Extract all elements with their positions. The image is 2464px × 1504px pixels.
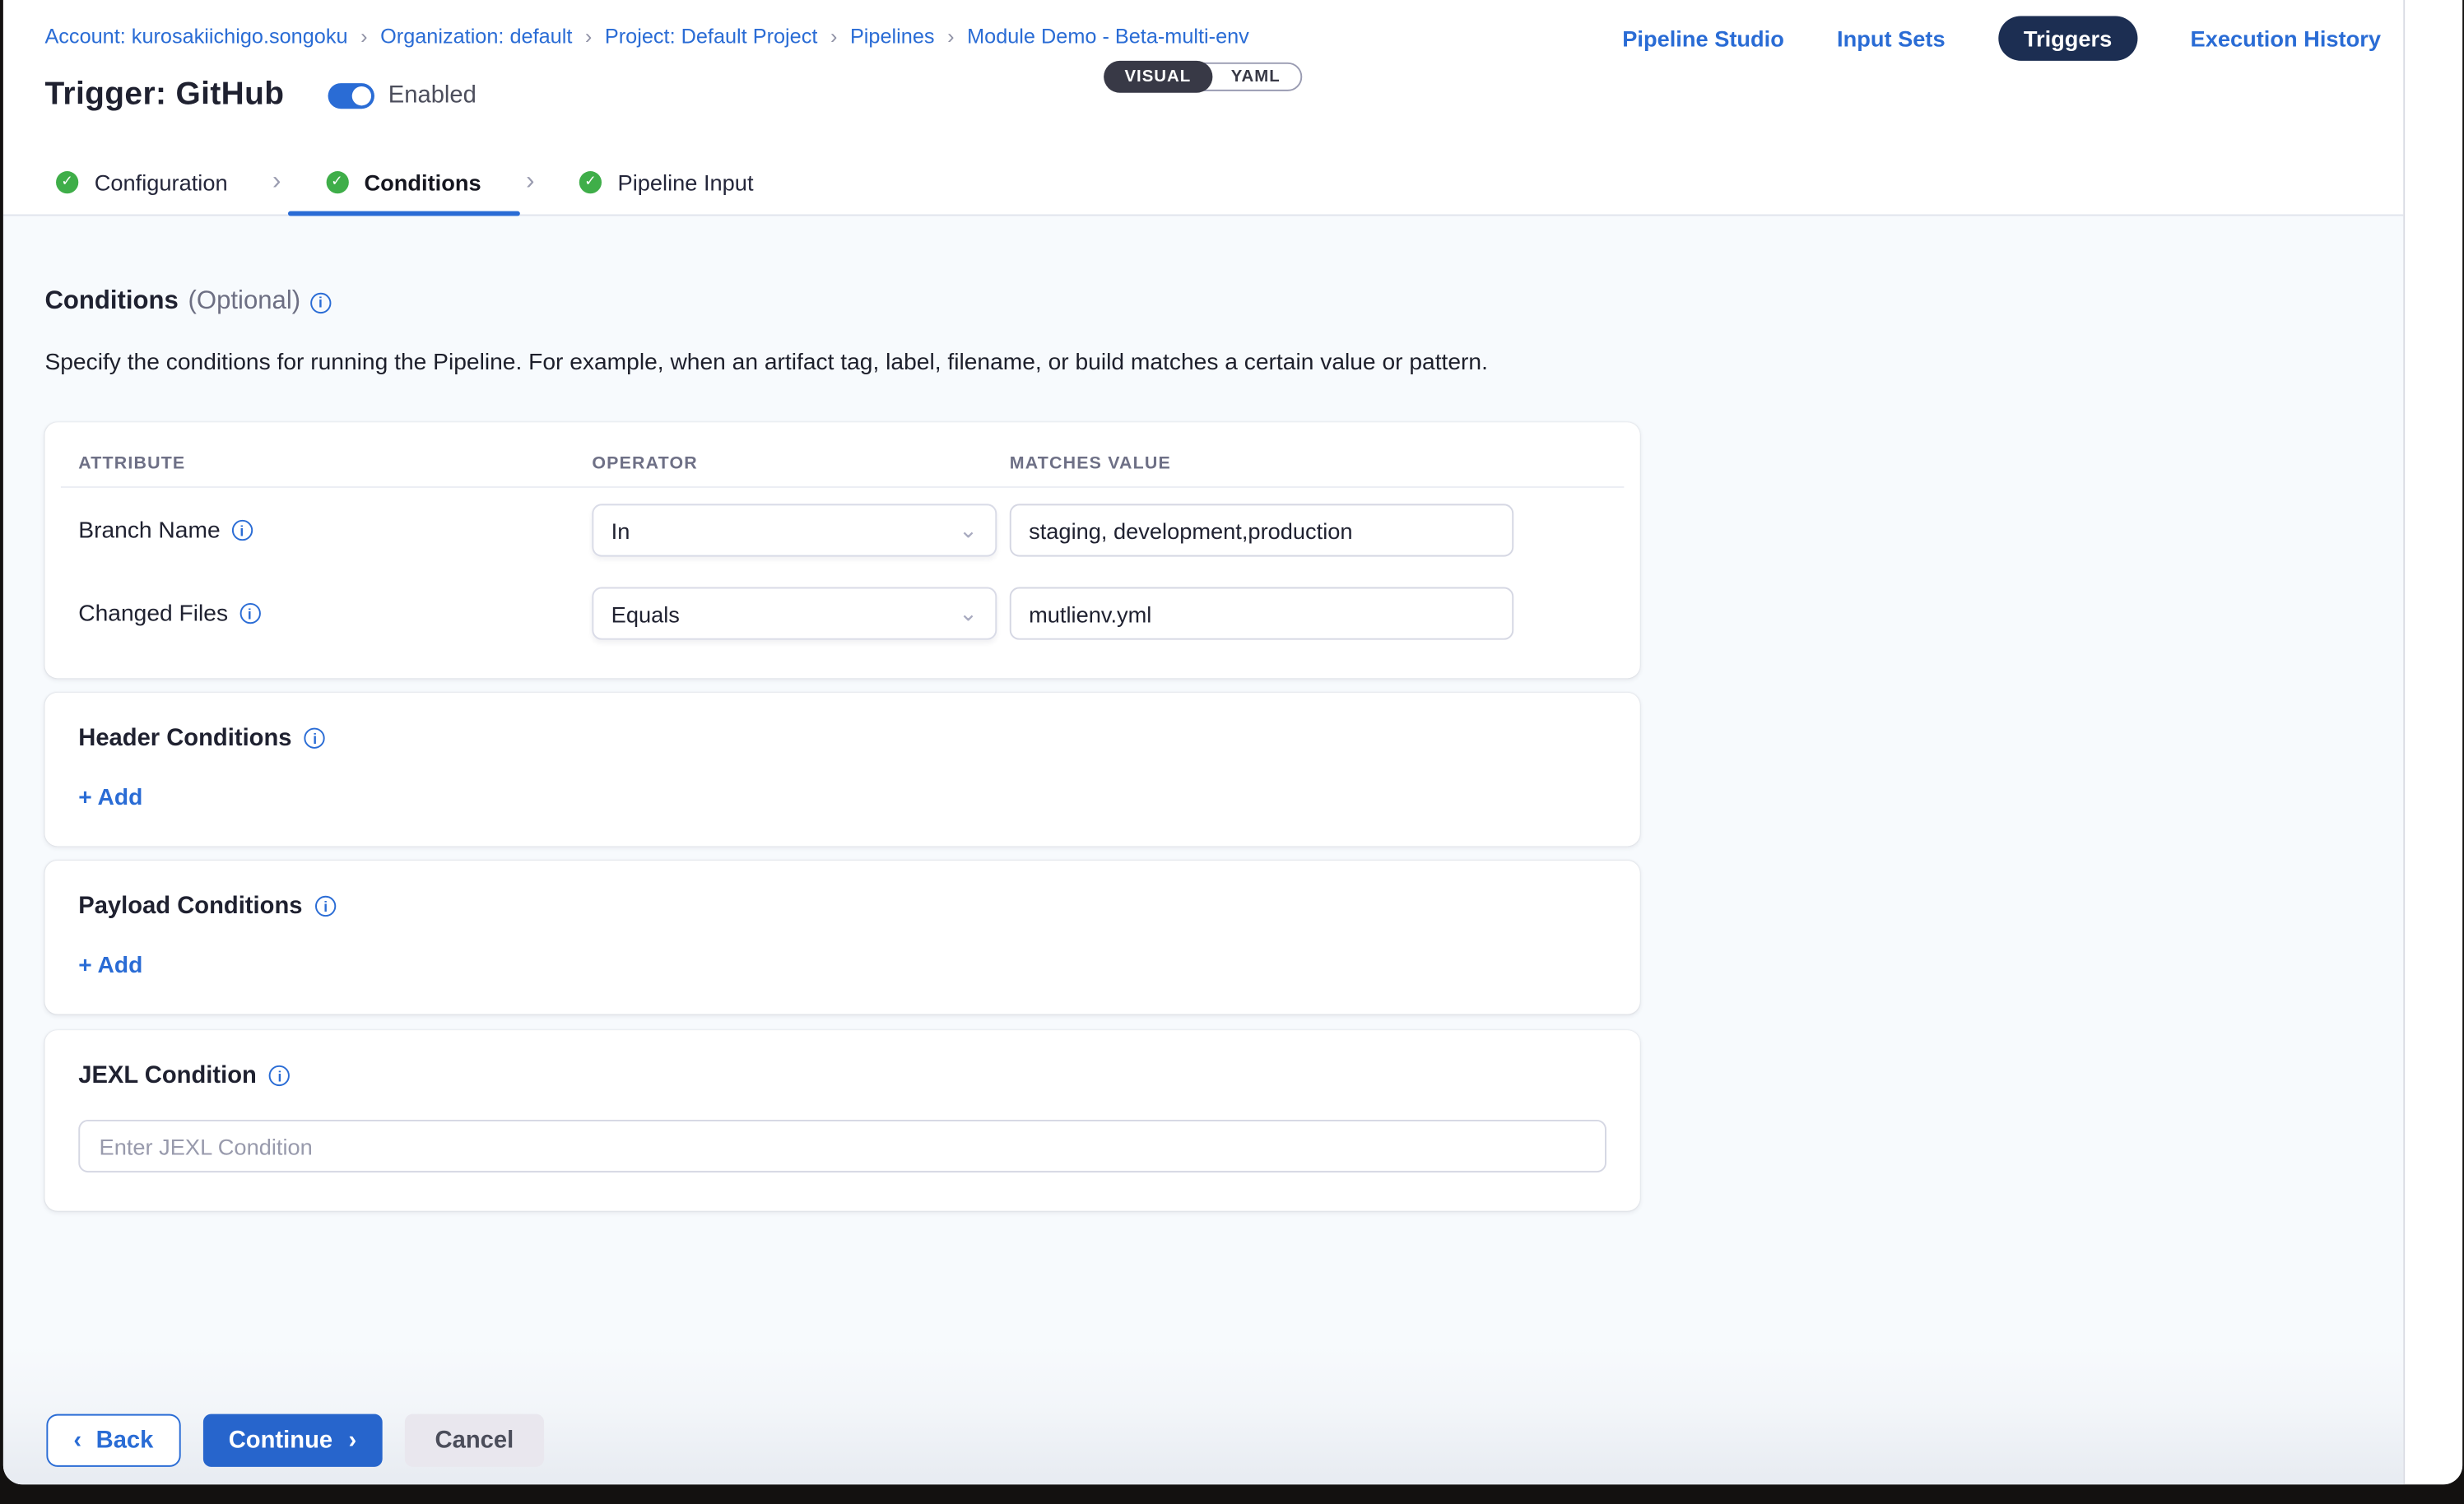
nav-input-sets[interactable]: Input Sets [1837,26,1946,51]
nav-triggers[interactable]: Triggers [1998,16,2138,60]
payload-conditions-add-button[interactable]: + Add [78,954,142,979]
chevron-right-icon: › [519,167,541,196]
chevron-down-icon: ⌄ [959,517,978,544]
main-panel: Account: kurosakiichigo.songoku › Organi… [3,0,2403,1484]
breadcrumb-project[interactable]: Project: Default Project [605,24,817,48]
breadcrumb-separator-icon: › [585,24,592,48]
tab-pipeline-input[interactable]: ✓ Pipeline Input [541,149,792,215]
check-circle-icon: ✓ [56,170,78,193]
breadcrumb-pipelines[interactable]: Pipelines [850,24,935,48]
header-conditions-title: Header Conditions [78,725,291,752]
visual-yaml-toggle: VISUAL YAML [1104,63,1303,91]
back-button-label: Back [96,1427,154,1454]
check-circle-icon: ✓ [326,170,348,193]
info-icon[interactable]: i [231,520,252,541]
chevron-right-icon: › [349,1427,357,1454]
col-attribute: ATTRIBUTE [78,454,592,473]
visual-tab[interactable]: VISUAL [1104,61,1211,93]
title-row: Trigger: GitHub Enabled [44,77,476,114]
breadcrumb-organization[interactable]: Organization: default [380,24,572,48]
yaml-tab[interactable]: YAML [1211,63,1301,91]
section-heading: Conditions (Optional) i [44,288,2403,317]
jexl-condition-title: JEXL Condition [78,1062,257,1089]
toggle-knob [351,86,370,104]
table-header-row: ATTRIBUTE OPERATOR MATCHES VALUE [78,454,1606,473]
branch-name-label: Branch Name [78,518,220,543]
chevron-right-icon: › [266,167,287,196]
info-icon[interactable]: i [315,896,336,917]
info-icon[interactable]: i [269,1065,290,1086]
page-title: Trigger: GitHub [44,77,284,114]
header-conditions-add-button[interactable]: + Add [78,786,142,811]
changed-files-operator-select[interactable]: Equals ⌄ [592,587,997,640]
changed-files-matches-input[interactable] [1010,587,1513,640]
right-gutter [2403,0,2462,1484]
col-operator: OPERATOR [592,454,1009,473]
table-divider [61,486,1624,488]
branch-operator-value: In [611,518,630,543]
tab-conditions-label: Conditions [365,169,481,194]
header-conditions-card: Header Conditions i + Add [44,693,1639,847]
wizard-tabbar: ✓ Configuration › ✓ Conditions › ✓ Pipel… [3,149,2403,216]
col-matches-value: MATCHES VALUE [1010,454,1513,473]
conditions-table-card: ATTRIBUTE OPERATOR MATCHES VALUE Branch … [44,422,1639,678]
optional-label: (Optional) [188,288,301,317]
enabled-label: Enabled [388,81,477,109]
tab-configuration-label: Configuration [95,169,228,194]
payload-conditions-card: Payload Conditions i + Add [44,861,1639,1014]
section-description: Specify the conditions for running the P… [44,350,2403,376]
conditions-page: Conditions (Optional) i Specify the cond… [3,216,2403,1484]
nav-execution-history[interactable]: Execution History [2191,26,2381,51]
check-circle-icon: ✓ [579,170,602,193]
breadcrumb-separator-icon: › [360,24,367,48]
page-header: Account: kurosakiichigo.songoku › Organi… [3,0,2403,149]
changed-files-operator-value: Equals [611,601,680,626]
table-row: Branch Name i In ⌄ [78,504,1606,556]
footer-bar: ‹ Back Continue › Cancel [3,1345,2403,1484]
tab-pipeline-input-label: Pipeline Input [618,169,754,194]
tab-conditions[interactable]: ✓ Conditions [287,149,519,215]
branch-matches-input[interactable] [1010,504,1513,556]
continue-button-label: Continue [229,1427,332,1454]
jexl-condition-card: JEXL Condition i [44,1030,1639,1211]
section-title: Conditions [44,288,178,317]
breadcrumb-account[interactable]: Account: kurosakiichigo.songoku [44,24,347,48]
info-icon[interactable]: i [305,728,325,749]
branch-operator-select[interactable]: In ⌄ [592,504,997,556]
payload-conditions-title: Payload Conditions [78,893,302,920]
enabled-toggle[interactable] [328,82,374,108]
info-icon[interactable]: i [310,292,331,313]
nav-pipeline-studio[interactable]: Pipeline Studio [1622,26,1784,51]
chevron-left-icon: ‹ [73,1427,81,1454]
breadcrumb-separator-icon: › [947,24,954,48]
app-window: Account: kurosakiichigo.songoku › Organi… [3,0,2462,1484]
table-row: Changed Files i Equals ⌄ [78,587,1606,640]
continue-button[interactable]: Continue › [203,1414,383,1467]
back-button[interactable]: ‹ Back [46,1414,180,1467]
breadcrumb-separator-icon: › [830,24,837,48]
breadcrumb-pipeline-name[interactable]: Module Demo - Beta-multi-env [967,24,1249,48]
changed-files-label: Changed Files [78,601,228,626]
breadcrumb: Account: kurosakiichigo.songoku › Organi… [44,24,1248,48]
jexl-condition-input[interactable] [78,1120,1606,1172]
info-icon[interactable]: i [239,603,260,624]
tab-configuration[interactable]: ✓ Configuration [17,149,266,215]
cancel-button[interactable]: Cancel [405,1414,545,1467]
chevron-down-icon: ⌄ [959,600,978,627]
cancel-button-label: Cancel [435,1427,514,1454]
pipeline-nav: Pipeline Studio Input Sets Triggers Exec… [1622,16,2381,60]
